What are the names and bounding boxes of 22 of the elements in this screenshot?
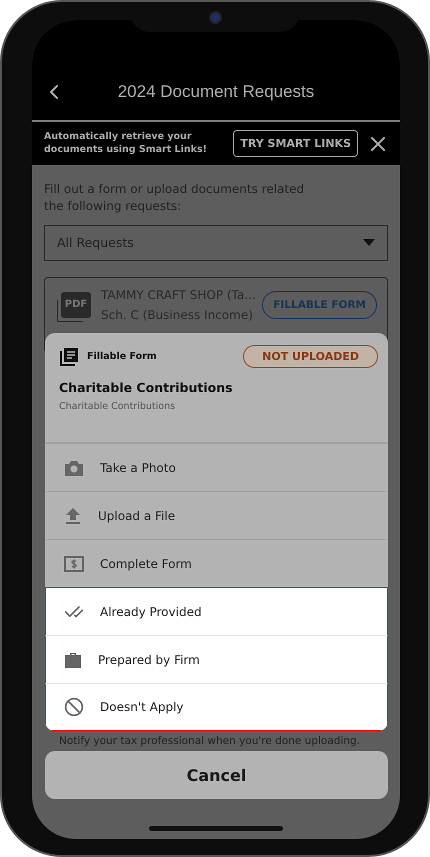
camera-icon xyxy=(64,458,84,476)
status-badge: NOT UPLOADED xyxy=(243,345,378,368)
form-type-label: Fillable Form xyxy=(87,351,158,362)
sheet-description: Charitable Contributions xyxy=(59,401,176,412)
briefcase-icon xyxy=(64,652,82,668)
page-title: 2024 Document Requests xyxy=(118,82,314,102)
camera-dot xyxy=(208,10,222,24)
caret-icon xyxy=(363,239,375,246)
upload-icon xyxy=(64,506,82,524)
sheet-title: Charitable Contributions xyxy=(59,380,234,395)
dollar-form-icon xyxy=(64,556,84,572)
sheet-option[interactable]: Prepared by Firm xyxy=(45,635,388,683)
sheet-option[interactable]: Doesn't Apply xyxy=(45,683,388,731)
banner-text: Automatically retrieve your documents using Smart Links! xyxy=(44,131,208,156)
prohibited-icon xyxy=(64,697,84,717)
intro-text: Fill out a form or upload documents related the following requests: xyxy=(44,181,306,215)
documents-icon xyxy=(59,346,79,366)
sheet-option[interactable]: Already Provided xyxy=(45,587,388,635)
notice-text: Notify your tax professional when you're done uploading. xyxy=(58,735,362,747)
smart-links-button[interactable]: TRY SMART LINKS xyxy=(233,130,358,157)
pdf-icon: PDF xyxy=(61,292,91,318)
cancel-button[interactable]: Cancel xyxy=(45,751,388,799)
